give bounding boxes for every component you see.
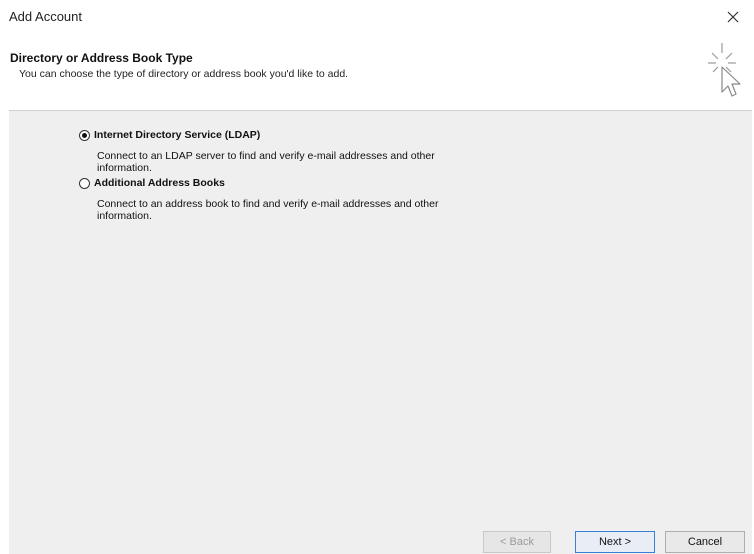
option-ldap[interactable]: Internet Directory Service (LDAP) [79, 129, 260, 141]
next-button[interactable]: Next > [575, 531, 655, 553]
wizard-pointer-icon [708, 43, 741, 97]
address-books-description: Connect to an address book to find and v… [97, 198, 567, 222]
ldap-description-line2: information. [97, 162, 152, 174]
options-panel: Internet Directory Service (LDAP) Connec… [9, 110, 752, 489]
ldap-label: Internet Directory Service (LDAP) [94, 129, 261, 141]
back-button[interactable]: < Back [483, 531, 551, 553]
wizard-header: Directory or Address Book Type You can c… [0, 40, 754, 110]
close-icon [727, 11, 739, 23]
ldap-description: Connect to an LDAP server to find and ve… [97, 150, 567, 174]
cancel-button[interactable]: Cancel [665, 531, 745, 553]
option-additional-address-books[interactable]: Additional Address Books [79, 177, 225, 189]
page-subtitle: You can choose the type of directory or … [19, 68, 349, 80]
address-books-description-line2: information. [97, 210, 152, 222]
ldap-radio[interactable] [79, 129, 90, 141]
button-bar: < Back Next > Cancel [9, 489, 752, 554]
ldap-description-line1: Connect to an LDAP server to find and ve… [97, 150, 435, 162]
window-title: Add Account [9, 9, 82, 24]
address-books-description-line1: Connect to an address book to find and v… [97, 198, 439, 210]
address-books-label: Additional Address Books [94, 177, 225, 189]
page-title: Directory or Address Book Type [10, 51, 193, 65]
title-bar: Add Account [0, 0, 754, 40]
close-button[interactable] [718, 4, 748, 30]
address-books-radio[interactable] [79, 177, 90, 189]
